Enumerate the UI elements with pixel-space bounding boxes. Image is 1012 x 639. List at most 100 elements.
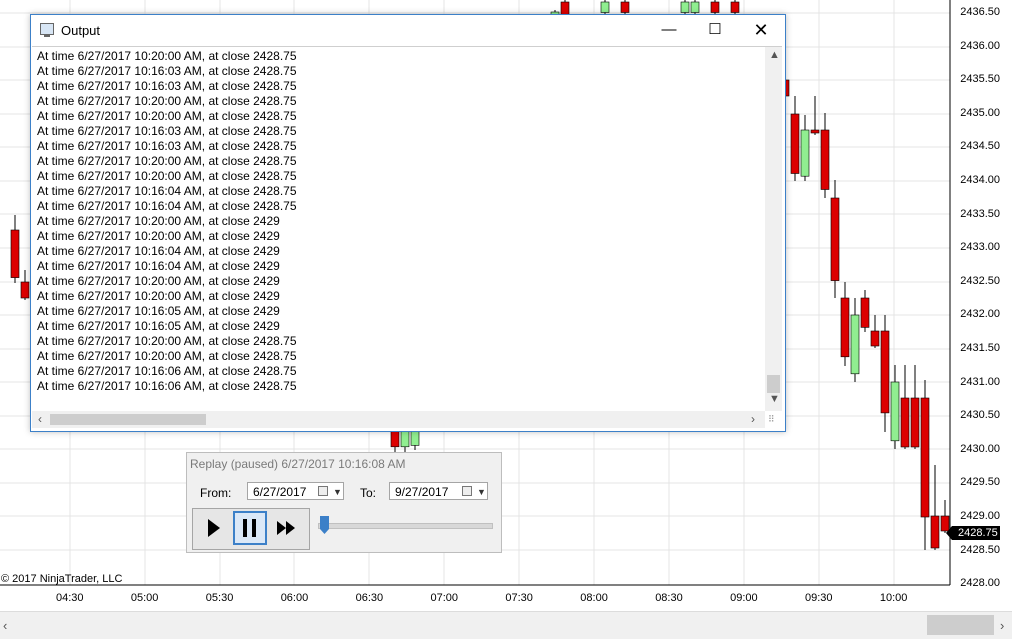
candle-body: [790, 113, 800, 174]
candle-body: [400, 429, 410, 448]
log-line: At time 6/27/2017 10:20:00 AM, at close …: [37, 334, 297, 348]
replay-window: Replay (paused) 6/27/2017 10:16:08 AM Fr…: [186, 452, 502, 553]
horizontal-scroll-thumb[interactable]: [50, 414, 206, 425]
copyright-text: © 2017 NinjaTrader, LLC: [1, 573, 123, 585]
log-line: At time 6/27/2017 10:20:00 AM, at close …: [37, 229, 280, 243]
play-button[interactable]: [196, 511, 230, 545]
price-axis-label: 2434.50: [960, 140, 1000, 153]
chart-horizontal-scrollbar[interactable]: ‹ ›: [0, 611, 1012, 639]
price-axis-label: 2432.00: [960, 308, 1000, 321]
candle-body: [900, 397, 910, 448]
chevron-right-icon[interactable]: ›: [751, 412, 755, 426]
log-line: At time 6/27/2017 10:20:00 AM, at close …: [37, 274, 280, 288]
log-line: At time 6/27/2017 10:20:00 AM, at close …: [37, 94, 297, 108]
chevron-left-icon[interactable]: ‹: [38, 412, 42, 426]
candle-body: [890, 381, 900, 442]
scroll-right-icon[interactable]: ›: [1000, 618, 1004, 633]
log-line: At time 6/27/2017 10:16:05 AM, at close …: [37, 319, 280, 333]
log-line: At time 6/27/2017 10:16:04 AM, at close …: [37, 184, 297, 198]
log-line: At time 6/27/2017 10:20:00 AM, at close …: [37, 109, 297, 123]
candle-body: [730, 1, 740, 13]
close-icon[interactable]: ✕: [741, 19, 781, 43]
time-axis-label: 04:30: [56, 592, 84, 604]
to-date-picker[interactable]: 9/27/2017 ▼: [389, 482, 488, 500]
candle-body: [930, 515, 940, 549]
time-axis-label: 09:30: [805, 592, 833, 604]
from-date-value: 6/27/2017: [253, 485, 307, 499]
price-axis-label: 2429.00: [960, 510, 1000, 522]
price-axis-label: 2436.00: [960, 39, 1000, 52]
to-label: To:: [360, 486, 377, 500]
log-line: At time 6/27/2017 10:20:00 AM, at close …: [37, 214, 280, 228]
price-axis-label: 2428.00: [960, 577, 1000, 590]
chevron-down-icon[interactable]: ▼: [333, 483, 342, 501]
output-horizontal-scrollbar[interactable]: ‹ ›: [32, 411, 765, 428]
vertical-scroll-thumb[interactable]: [767, 375, 780, 393]
price-axis-label: 2436.50: [960, 6, 1000, 18]
current-price-marker: 2428.75: [946, 526, 1000, 540]
output-vertical-scrollbar[interactable]: ▲ ▼: [765, 47, 782, 411]
output-title: Output: [61, 23, 101, 38]
log-line: At time 6/27/2017 10:16:03 AM, at close …: [37, 64, 297, 78]
calendar-icon[interactable]: [318, 486, 328, 496]
chevron-down-icon[interactable]: ▼: [769, 393, 780, 405]
from-date-picker[interactable]: 6/27/2017 ▼: [247, 482, 344, 500]
candle-body: [600, 1, 610, 13]
time-axis-label: 07:00: [430, 592, 459, 604]
price-axis-label: 2431.50: [960, 342, 1000, 354]
candle-body: [840, 297, 850, 358]
candle-body: [680, 1, 690, 13]
price-axis-label: 2432.50: [960, 274, 1000, 287]
output-log[interactable]: At time 6/27/2017 10:20:00 AM, at close …: [37, 49, 757, 394]
price-axis-label: 2430.00: [960, 442, 1000, 455]
log-line: At time 6/27/2017 10:16:03 AM, at close …: [37, 139, 297, 153]
output-window-icon: [40, 23, 54, 37]
candle-body: [620, 1, 630, 13]
output-window: Output — ☐ ✕ At time 6/27/2017 10:20:00 …: [30, 14, 786, 432]
pause-icon: [243, 519, 256, 537]
price-axis-label: 2431.00: [960, 375, 1000, 388]
candle-body: [920, 397, 930, 518]
slider-knob[interactable]: [319, 516, 330, 534]
to-date-value: 9/27/2017: [395, 485, 449, 499]
log-line: At time 6/27/2017 10:16:04 AM, at close …: [37, 199, 297, 213]
replay-speed-slider[interactable]: [318, 516, 493, 534]
price-axis-label: 2428.50: [960, 543, 1000, 556]
candle-body: [880, 330, 890, 414]
candle-body: [20, 281, 30, 299]
chevron-up-icon[interactable]: ▲: [769, 49, 780, 61]
candle-body: [800, 129, 810, 177]
log-line: At time 6/27/2017 10:16:04 AM, at close …: [37, 259, 280, 273]
price-axis-label: 2435.00: [960, 106, 1000, 119]
play-icon: [208, 519, 220, 537]
scroll-left-icon[interactable]: ‹: [3, 618, 7, 633]
minimize-icon[interactable]: —: [649, 19, 689, 43]
log-line: At time 6/27/2017 10:20:00 AM, at close …: [37, 154, 297, 168]
output-title-bar[interactable]: Output — ☐ ✕: [31, 15, 785, 46]
time-axis-label: 05:30: [205, 592, 234, 604]
price-axis-label: 2434.00: [960, 174, 1000, 186]
pause-button[interactable]: [233, 511, 267, 545]
candle-body: [710, 1, 720, 13]
candle-body: [870, 330, 880, 347]
calendar-icon[interactable]: [462, 486, 472, 496]
chevron-down-icon[interactable]: ▼: [477, 483, 486, 501]
candle-body: [390, 429, 400, 448]
fast-forward-button[interactable]: [271, 511, 305, 545]
price-axis-label: 2429.50: [960, 476, 1000, 489]
price-axis-label: 2435.50: [960, 73, 1000, 86]
scroll-thumb[interactable]: [927, 615, 994, 635]
resize-grip-icon[interactable]: ⠿: [768, 414, 780, 426]
log-line: At time 6/27/2017 10:20:00 AM, at close …: [37, 289, 280, 303]
time-axis-label: 07:30: [505, 592, 533, 604]
time-axis-label: 08:30: [655, 592, 683, 604]
output-body[interactable]: At time 6/27/2017 10:20:00 AM, at close …: [32, 46, 782, 429]
candle-body: [910, 397, 920, 448]
candle-body: [410, 429, 420, 446]
log-line: At time 6/27/2017 10:16:04 AM, at close …: [37, 244, 280, 258]
log-line: At time 6/27/2017 10:20:00 AM, at close …: [37, 49, 297, 63]
price-axis-label: 2433.00: [960, 241, 1000, 254]
log-line: At time 6/27/2017 10:20:00 AM, at close …: [37, 349, 297, 363]
maximize-icon[interactable]: ☐: [695, 19, 735, 43]
candle-body: [690, 1, 700, 13]
